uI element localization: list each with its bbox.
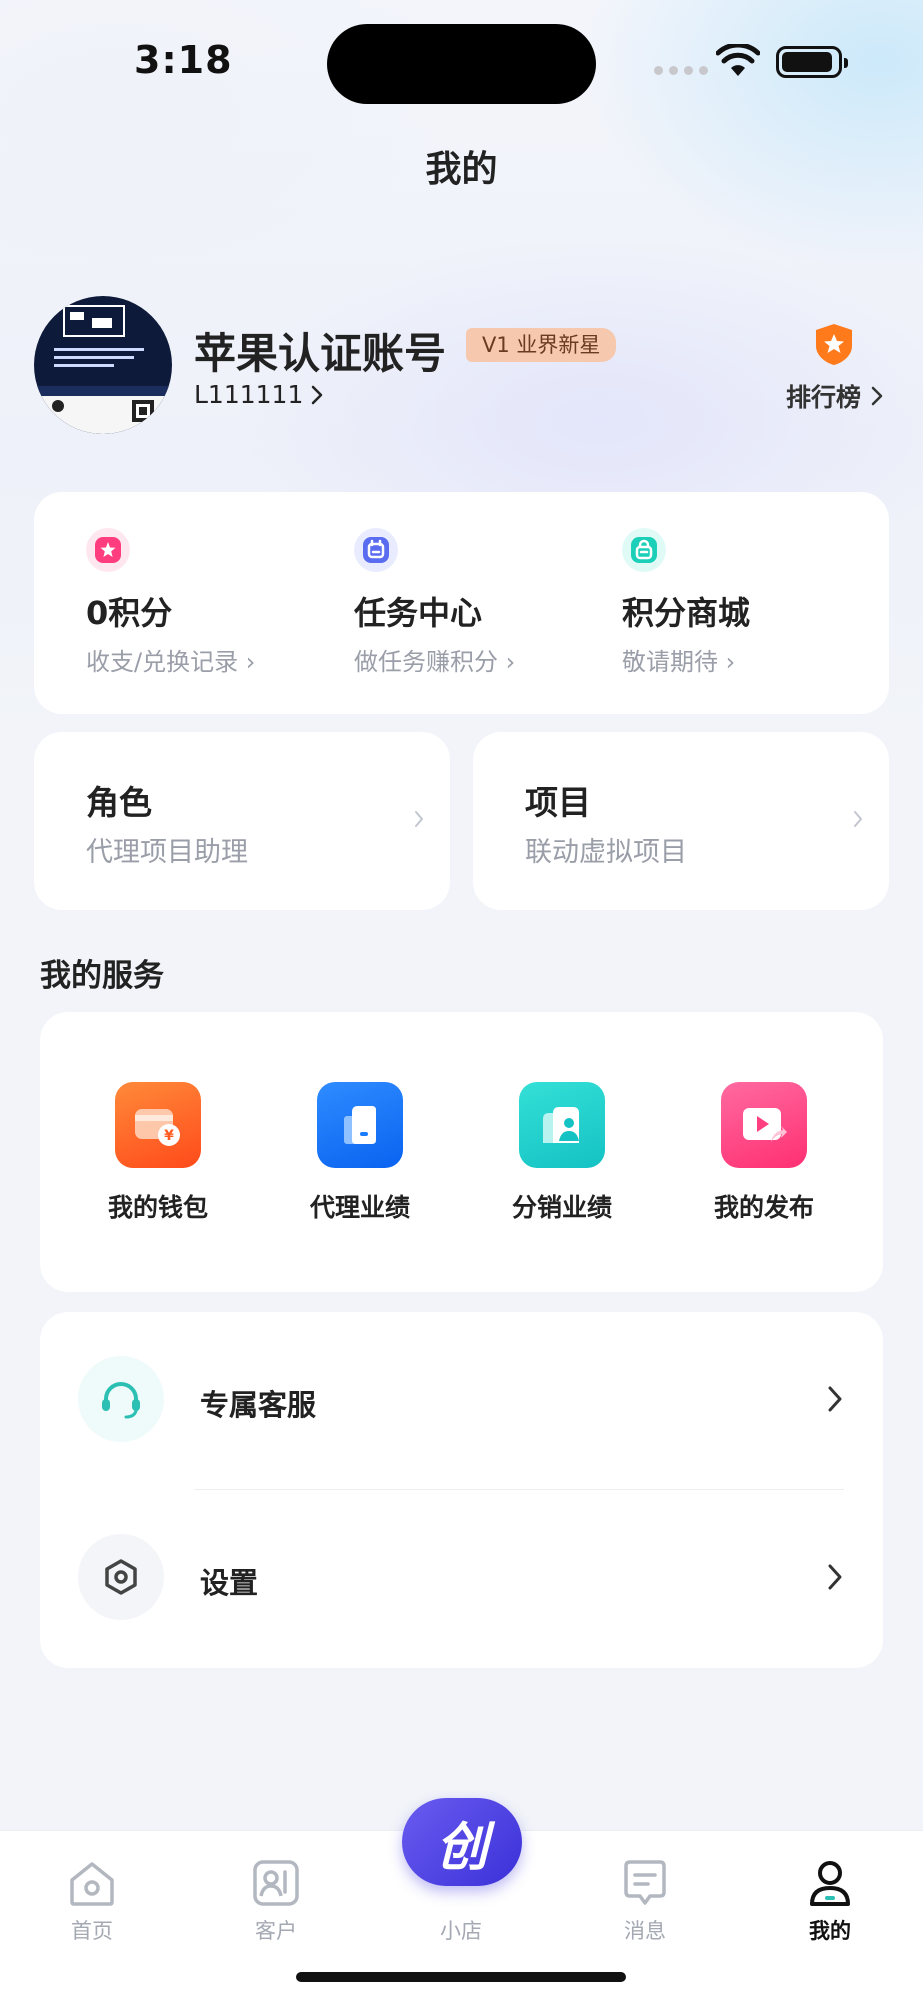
agent-performance-service[interactable]: 代理业绩 xyxy=(300,1082,420,1224)
agent-performance-icon xyxy=(317,1082,403,1168)
wifi-icon xyxy=(716,44,760,76)
settings-row[interactable]: 设置 xyxy=(40,1490,883,1668)
headset-icon xyxy=(78,1356,164,1442)
shop-bag-icon xyxy=(622,528,666,572)
tab-profile-label: 我的 xyxy=(809,1919,851,1943)
wallet-label: 我的钱包 xyxy=(107,1193,208,1222)
tab-profile[interactable]: 我的 xyxy=(775,1841,885,1945)
contacts-icon xyxy=(250,1857,302,1909)
leaderboard-label: 排行榜 xyxy=(786,383,862,412)
rank-shield-icon[interactable] xyxy=(812,322,856,366)
flower-icon xyxy=(86,528,130,572)
dynamic-island xyxy=(327,24,596,104)
wallet-icon: ¥ xyxy=(115,1082,201,1168)
level-badge: V1 业界新星 xyxy=(466,328,617,362)
chevron-right-icon xyxy=(871,386,883,406)
tab-messages-label: 消息 xyxy=(624,1919,666,1943)
customer-service-row[interactable]: 专属客服 xyxy=(40,1312,883,1490)
distribution-service[interactable]: 分销业绩 xyxy=(502,1082,622,1224)
chevron-right-icon xyxy=(415,811,423,827)
user-id-text: L111111 xyxy=(194,380,304,409)
wallet-service[interactable]: ¥ 我的钱包 xyxy=(98,1082,218,1224)
task-icon xyxy=(354,528,398,572)
services-card: ¥ 我的钱包 代理业绩 分销业绩 我的发布 xyxy=(40,1012,883,1292)
role-value: 代理项目助理 xyxy=(86,837,248,868)
battery-icon xyxy=(776,46,848,78)
cellular-signal-icon xyxy=(654,66,708,75)
project-card[interactable]: 项目 联动虚拟项目 xyxy=(473,732,889,910)
role-title: 角色 xyxy=(86,783,152,822)
publish-service[interactable]: 我的发布 xyxy=(704,1082,824,1224)
services-section-title: 我的服务 xyxy=(40,958,164,994)
publish-icon xyxy=(721,1082,807,1168)
points-title: 0积分 xyxy=(86,594,173,632)
home-icon xyxy=(66,1857,118,1909)
home-indicator xyxy=(296,1972,626,1982)
settings-hex-icon xyxy=(78,1534,164,1620)
tab-home[interactable]: 首页 xyxy=(37,1841,147,1945)
shop-center-button[interactable]: 创 xyxy=(402,1798,522,1886)
svg-text:¥: ¥ xyxy=(164,1128,174,1144)
shop-icon: 创 xyxy=(435,1817,488,1878)
agent-performance-label: 代理业绩 xyxy=(309,1193,410,1222)
chevron-right-icon xyxy=(828,1386,842,1412)
tab-home-label: 首页 xyxy=(71,1919,113,1943)
chevron-right-icon xyxy=(828,1564,842,1590)
status-time: 3:18 xyxy=(134,38,233,82)
chevron-right-icon xyxy=(854,811,862,827)
message-icon xyxy=(619,1857,671,1909)
settings-label: 设置 xyxy=(200,1566,259,1600)
username: 苹果认证账号 xyxy=(194,329,447,378)
page-title: 我的 xyxy=(425,149,498,190)
project-title: 项目 xyxy=(525,783,591,822)
leaderboard-link[interactable]: 排行榜 xyxy=(786,378,883,414)
task-center-subtitle: 做任务赚积分 › xyxy=(354,648,516,676)
chevron-right-icon xyxy=(312,385,323,404)
points-mall-subtitle: 敬请期待 › xyxy=(622,648,736,676)
menu-list-card: 专属客服 设置 xyxy=(40,1312,883,1668)
profile-icon xyxy=(804,1857,856,1909)
tab-customers-label: 客户 xyxy=(255,1919,297,1943)
customer-service-label: 专属客服 xyxy=(200,1388,317,1422)
project-value: 联动虚拟项目 xyxy=(525,837,687,868)
tab-shop-label: 小店 xyxy=(440,1919,482,1943)
user-id-link[interactable]: L111111 xyxy=(194,380,323,409)
task-center-title: 任务中心 xyxy=(354,594,483,632)
tab-customers[interactable]: 客户 xyxy=(221,1841,331,1945)
role-card[interactable]: 角色 代理项目助理 xyxy=(34,732,450,910)
avatar[interactable] xyxy=(34,296,172,434)
tab-messages[interactable]: 消息 xyxy=(590,1841,700,1945)
distribution-icon xyxy=(519,1082,605,1168)
distribution-label: 分销业绩 xyxy=(511,1193,612,1222)
points-subtitle: 收支/兑换记录 › xyxy=(86,648,256,676)
points-mall-title: 积分商城 xyxy=(622,594,751,632)
publish-label: 我的发布 xyxy=(713,1193,814,1222)
points-card: 0积分 收支/兑换记录 › 任务中心 做任务赚积分 › 积分商城 敬请期待 › xyxy=(34,492,889,714)
